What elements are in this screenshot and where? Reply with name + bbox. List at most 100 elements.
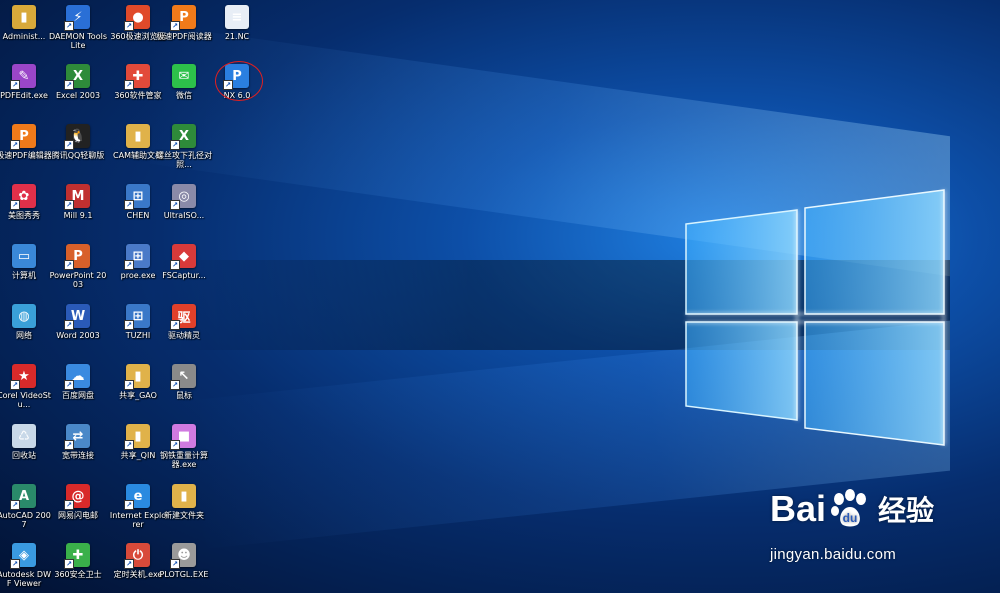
watermark-brand-left: Bai	[770, 488, 827, 529]
shortcut-arrow-icon: ↗	[10, 500, 20, 510]
desktop-icon[interactable]: ☻ ↗ PLOTGL.EXE	[155, 543, 213, 579]
desktop-icon-label: 螺丝攻下孔径对照...	[156, 151, 212, 169]
desktop-icon-label: 网络	[16, 331, 32, 340]
shortcut-arrow-icon: ↗	[64, 260, 74, 270]
desktop-icon-label: PDFEdit.exe	[0, 91, 48, 100]
software-manager-360-icon: ✚ ↗	[124, 64, 150, 90]
desktop-icon[interactable]: P ↗ 极速PDF编辑器	[0, 124, 53, 160]
desktop-icon[interactable]: M ↗ Mill 9.1	[49, 184, 107, 220]
security-360-icon: ✚ ↗	[64, 543, 90, 569]
baidu-netdisk-icon: ☁ ↗	[64, 364, 90, 390]
shortcut-arrow-icon: ↗	[64, 200, 74, 210]
desktop-icon[interactable]: ✎ ↗ PDFEdit.exe	[0, 64, 53, 100]
desktop-icon[interactable]: ↖ ↗ 鼠标	[155, 364, 213, 400]
desktop-icon[interactable]: ■ ↗ 钢铁重量计算器.exe	[155, 424, 213, 469]
plotgl-icon: ☻ ↗	[170, 543, 196, 569]
desktop-icon[interactable]: ▮ Administ...	[0, 5, 53, 41]
desktop-icon[interactable]: ◎ ↗ UltraISO...	[155, 184, 213, 220]
desktop-icon-label: Excel 2003	[55, 91, 101, 100]
shortcut-arrow-icon: ↗	[64, 320, 74, 330]
network-icon: ◍	[12, 304, 36, 328]
excel-file-icon: X ↗	[170, 124, 196, 150]
broadband-connection-icon: ⇄ ↗	[64, 424, 90, 450]
netease-mail-icon: @ ↗	[64, 484, 90, 510]
chen-shortcut-icon: ⊞ ↗	[124, 184, 150, 210]
shortcut-arrow-icon: ↗	[10, 380, 20, 390]
desktop-icon-label: 极速PDF编辑器	[0, 151, 52, 160]
desktop-icon-label: 驱动精灵	[168, 331, 200, 340]
desktop-icon[interactable]: ✉ 微信	[155, 64, 213, 100]
desktop-icon[interactable]: ✿ ↗ 美图秀秀	[0, 184, 53, 220]
desktop-icon-label: 宽带连接	[62, 451, 94, 460]
desktop-icon[interactable]: P ↗ PowerPoint 2003	[49, 244, 107, 289]
light-ray	[150, 23, 950, 277]
desktop-icon[interactable]: A ↗ AutoCAD 2007	[0, 484, 53, 529]
desktop-icon-label: 360安全卫士	[54, 570, 102, 579]
shortcut-arrow-icon: ↗	[64, 80, 74, 90]
shortcut-arrow-icon: ↗	[170, 140, 180, 150]
desktop-icon[interactable]: ▮ 新建文件夹	[155, 484, 213, 520]
shared-folder-icon: ▮ ↗	[124, 424, 150, 450]
desktop-icon-label: 百度网盘	[62, 391, 94, 400]
desktop-icon[interactable]: W ↗ Word 2003	[49, 304, 107, 340]
desktop-icon-label: PLOTGL.EXE	[159, 570, 209, 579]
desktop-icon-label: Mill 9.1	[63, 211, 93, 220]
desktop-icon[interactable]: 驱 ↗ 驱动精灵	[155, 304, 213, 340]
shortcut-arrow-icon: ↗	[10, 559, 20, 569]
desktop-icon[interactable]: ◆ ↗ FSCaptur...	[155, 244, 213, 280]
pdf-reader-icon: P ↗	[170, 5, 196, 31]
desktop-icon[interactable]: ≡ 21.NC	[208, 5, 266, 41]
desktop-icon[interactable]: ✚ ↗ 360安全卫士	[49, 543, 107, 579]
mastercam-mill-icon: M ↗	[64, 184, 90, 210]
desktop-icon[interactable]: ☁ ↗ 百度网盘	[49, 364, 107, 400]
dwf-viewer-icon: ◈ ↗	[10, 543, 36, 569]
desktop-icon[interactable]: ◈ ↗ Autodesk DWF Viewer	[0, 543, 53, 588]
shortcut-arrow-icon: ↗	[124, 500, 134, 510]
timer-shutdown-icon: ⏻ ↗	[124, 543, 150, 569]
desktop-icon[interactable]: P ↗ 极速PDF阅读器	[155, 5, 213, 41]
desktop-icon[interactable]: ◍ 网络	[0, 304, 53, 340]
shortcut-arrow-icon: ↗	[124, 260, 134, 270]
desktop-icon-label: proe.exe	[120, 271, 156, 280]
desktop-icon[interactable]: ♺ 回收站	[0, 424, 53, 460]
computer-icon: ▭	[12, 244, 36, 268]
desktop-icon[interactable]: @ ↗ 网易闪电邮	[49, 484, 107, 520]
autocad-icon: A ↗	[10, 484, 36, 510]
pdf-editor-icon: P ↗	[10, 124, 36, 150]
shortcut-arrow-icon: ↗	[170, 559, 180, 569]
desktop-icon-label: DAEMON Tools Lite	[49, 32, 107, 50]
baidu-paw-icon: du	[831, 489, 867, 527]
desktop-icon[interactable]: ★ ↗ Corel VideoStu...	[0, 364, 53, 409]
watermark-brand-right: 经验	[878, 495, 935, 526]
desktop-icon-label: 美图秀秀	[8, 211, 40, 220]
shortcut-arrow-icon: ↗	[64, 380, 74, 390]
driver-genius-icon: 驱 ↗	[170, 304, 196, 330]
internet-explorer-icon: e ↗	[124, 484, 150, 510]
shortcut-arrow-icon: ↗	[10, 80, 20, 90]
desktop-icon[interactable]: ⇄ ↗ 宽带连接	[49, 424, 107, 460]
shortcut-arrow-icon: ↗	[170, 320, 180, 330]
desktop-icon[interactable]: ⚡ ↗ DAEMON Tools Lite	[49, 5, 107, 50]
wechat-icon: ✉	[172, 64, 196, 88]
desktop-icon[interactable]: X ↗ 螺丝攻下孔径对照...	[155, 124, 213, 169]
desktop-icon-label: TUZHI	[125, 331, 151, 340]
shortcut-arrow-icon: ↗	[64, 559, 74, 569]
nc-file-icon: ≡	[225, 5, 249, 29]
shortcut-arrow-icon: ↗	[170, 21, 180, 31]
watermark-url: jingyan.baidu.com	[770, 546, 897, 563]
shortcut-arrow-icon: ↗	[10, 140, 20, 150]
desktop-icon[interactable]: ▭ 计算机	[0, 244, 53, 280]
desktop-icon[interactable]: 🐧 ↗ 腾讯QQ轻聊版	[49, 124, 107, 160]
desktop-icon-label: 网易闪电邮	[58, 511, 98, 520]
tuzhi-shortcut-icon: ⊞ ↗	[124, 304, 150, 330]
shortcut-arrow-icon: ↗	[124, 559, 134, 569]
desktop-icon-label: 21.NC	[224, 32, 250, 41]
desktop-icon[interactable]: X ↗ Excel 2003	[49, 64, 107, 100]
desktop-icon-label: Word 2003	[56, 331, 100, 340]
desktop-icon-label: 计算机	[12, 271, 36, 280]
daemon-tools-icon: ⚡ ↗	[64, 5, 90, 31]
desktop-icon-label: 极速PDF阅读器	[156, 32, 212, 41]
shortcut-arrow-icon: ↗	[64, 21, 74, 31]
shortcut-arrow-icon: ↗	[124, 320, 134, 330]
folder-icon: ▮	[126, 124, 150, 148]
